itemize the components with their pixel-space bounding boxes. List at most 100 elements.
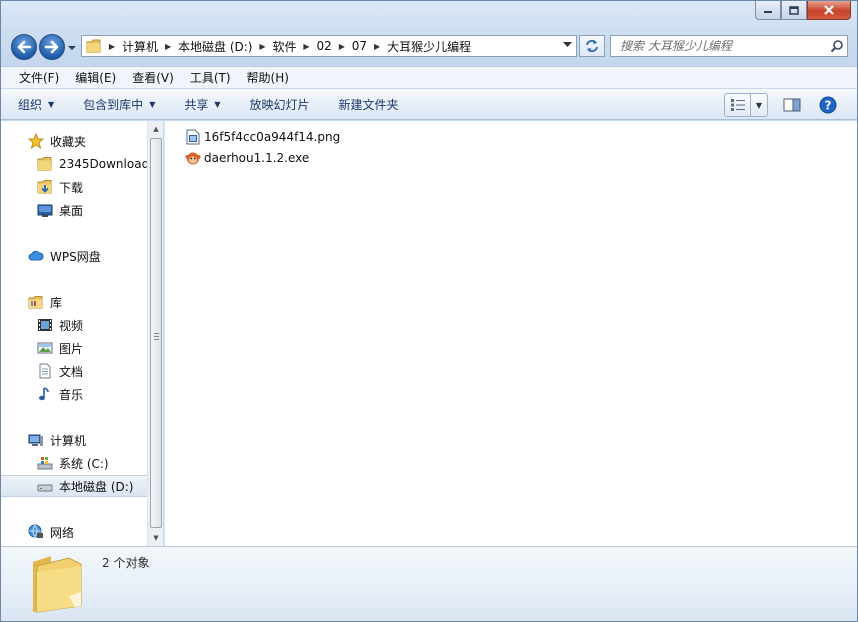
scroll-down-icon[interactable]: ▼ [148,530,164,546]
breadcrumb-item[interactable]: 02 [317,39,332,53]
help-button[interactable]: ? [817,95,839,115]
document-icon [37,363,53,379]
minimize-button[interactable] [755,1,781,20]
file-item[interactable]: 16f5f4cc0a944f14.png [185,127,340,147]
nav-item-documents[interactable]: 文档 [1,360,147,382]
menu-file[interactable]: 文件(F) [11,69,67,86]
help-icon: ? [819,96,837,114]
refresh-button[interactable] [579,35,605,57]
breadcrumb-item[interactable]: 计算机 [122,38,158,55]
organize-button[interactable]: 组织 ▼ [18,96,54,113]
nav-item-downloads[interactable]: 下载 [1,176,147,198]
nav-item-drive-d[interactable]: 本地磁盘 (D:) [1,475,147,497]
exe-monkey-icon [185,150,201,166]
address-bar[interactable]: ▶ 计算机 ▶ 本地磁盘 (D:) ▶ 软件 ▶ 02 ▶ 07 ▶ 大耳猴少儿编程 [81,35,577,57]
system-drive-icon [37,455,53,471]
svg-text:?: ? [825,99,832,113]
network-icon [28,524,44,540]
menu-view[interactable]: 查看(V) [124,69,182,86]
maximize-icon [789,5,799,15]
breadcrumb-separator-icon[interactable]: ▶ [102,42,122,51]
nav-item-label: 桌面 [59,203,84,218]
menu-tools[interactable]: 工具(T) [182,69,239,86]
back-button[interactable] [11,34,37,60]
nav-item-drive-c[interactable]: 系统 (C:) [1,452,147,474]
window-controls [755,1,851,21]
nav-item-label: 视频 [59,318,84,333]
share-label: 共享 [184,97,209,112]
pictures-icon [37,340,53,356]
nav-libraries[interactable]: 库 [1,291,147,313]
nav-wps-label: WPS网盘 [50,249,101,264]
recent-pages-dropdown-icon[interactable] [67,44,77,52]
include-in-library-button[interactable]: 包含到库中 ▼ [83,96,155,113]
breadcrumb-separator-icon[interactable]: ▶ [367,42,387,51]
chevron-down-icon: ▼ [755,100,763,110]
downloads-folder-icon [37,179,53,195]
organize-label: 组织 [18,97,43,112]
item-count: 2 个对象 [102,556,150,570]
scrollbar-thumb[interactable] [150,138,162,528]
file-list[interactable]: 16f5f4cc0a944f14.png daerhou1.1.2.exe [164,121,857,546]
refresh-icon [586,40,598,52]
breadcrumb-separator-icon[interactable]: ▶ [158,42,178,51]
search-icon[interactable] [830,39,844,53]
breadcrumb-item[interactable]: 07 [352,39,367,53]
video-icon [37,317,53,333]
nav-favorites-label: 收藏夹 [50,134,87,149]
search-box[interactable] [610,35,848,57]
nav-item-music[interactable]: 音乐 [1,383,147,405]
forward-button[interactable] [39,34,65,60]
forward-arrow-icon [44,40,59,54]
computer-icon [28,432,44,448]
breadcrumb-item[interactable]: 本地磁盘 (D:) [178,38,252,55]
change-view-control[interactable]: ▼ [724,93,768,117]
nav-item-2345downloads[interactable]: 2345Downloads [1,153,147,175]
slideshow-button[interactable]: 放映幻灯片 [250,96,310,113]
nav-favorites[interactable]: 收藏夹 [1,130,147,152]
search-input[interactable] [620,39,820,53]
nav-item-label: 2345Downloads [59,157,147,171]
breadcrumb-separator-icon[interactable]: ▶ [297,42,317,51]
explorer-window: ▶计算机▶本地磁盘 (D:)▶软件▶02▶07▶大耳猴少儿编程 文件(F) 编辑… [0,0,858,622]
new-folder-button[interactable]: 新建文件夹 [339,96,399,113]
close-icon [824,5,834,15]
close-button[interactable] [807,1,851,20]
file-item[interactable]: daerhou1.1.2.exe [185,148,309,168]
navigation-scrollbar[interactable]: ▲ ▼ [147,121,163,546]
details-pane: 2 个对象 [1,546,857,621]
nav-item-label: 文档 [59,364,84,379]
nav-item-videos[interactable]: 视频 [1,314,147,336]
png-file-icon [185,129,201,145]
cloud-icon [28,248,44,264]
view-options-dropdown[interactable]: ▼ [751,94,767,116]
nav-network[interactable]: 网络 [1,521,147,543]
desktop-icon [37,202,53,218]
menu-edit[interactable]: 编辑(E) [67,69,124,86]
maximize-button[interactable] [781,1,807,20]
breadcrumb-item[interactable]: 大耳猴少儿编程 [387,38,471,55]
scroll-up-icon[interactable]: ▲ [148,121,164,137]
change-view-button[interactable] [725,94,751,116]
breadcrumb-separator-icon[interactable]: ▶ [332,42,352,51]
folder-icon [37,156,53,172]
nav-item-desktop[interactable]: 桌面 [1,199,147,221]
preview-pane-button[interactable] [781,95,803,115]
menu-help[interactable]: 帮助(H) [239,69,297,86]
share-button[interactable]: 共享 ▼ [184,96,220,113]
nav-wps-cloud[interactable]: WPS网盘 [1,245,147,267]
nav-computer[interactable]: 计算机 [1,429,147,451]
address-dropdown-icon[interactable] [563,42,572,48]
music-icon [37,386,53,402]
nav-network-label: 网络 [50,525,75,540]
nav-item-label: 图片 [59,341,84,356]
nav-item-label: 系统 (C:) [59,456,109,471]
large-folder-icon [33,556,82,613]
preview-pane-icon [783,98,801,112]
file-name: daerhou1.1.2.exe [204,151,310,165]
breadcrumb-item[interactable]: 软件 [272,38,296,55]
navigation-pane: 收藏夹 2345Downloads 下载 桌面 WPS网盘 库 视频 图片 文档… [1,121,147,546]
breadcrumb-separator-icon[interactable]: ▶ [252,42,272,51]
breadcrumb: ▶ 计算机 ▶ 本地磁盘 (D:) ▶ 软件 ▶ 02 ▶ 07 ▶ 大耳猴少儿编程 [102,36,471,56]
nav-item-pictures[interactable]: 图片 [1,337,147,359]
